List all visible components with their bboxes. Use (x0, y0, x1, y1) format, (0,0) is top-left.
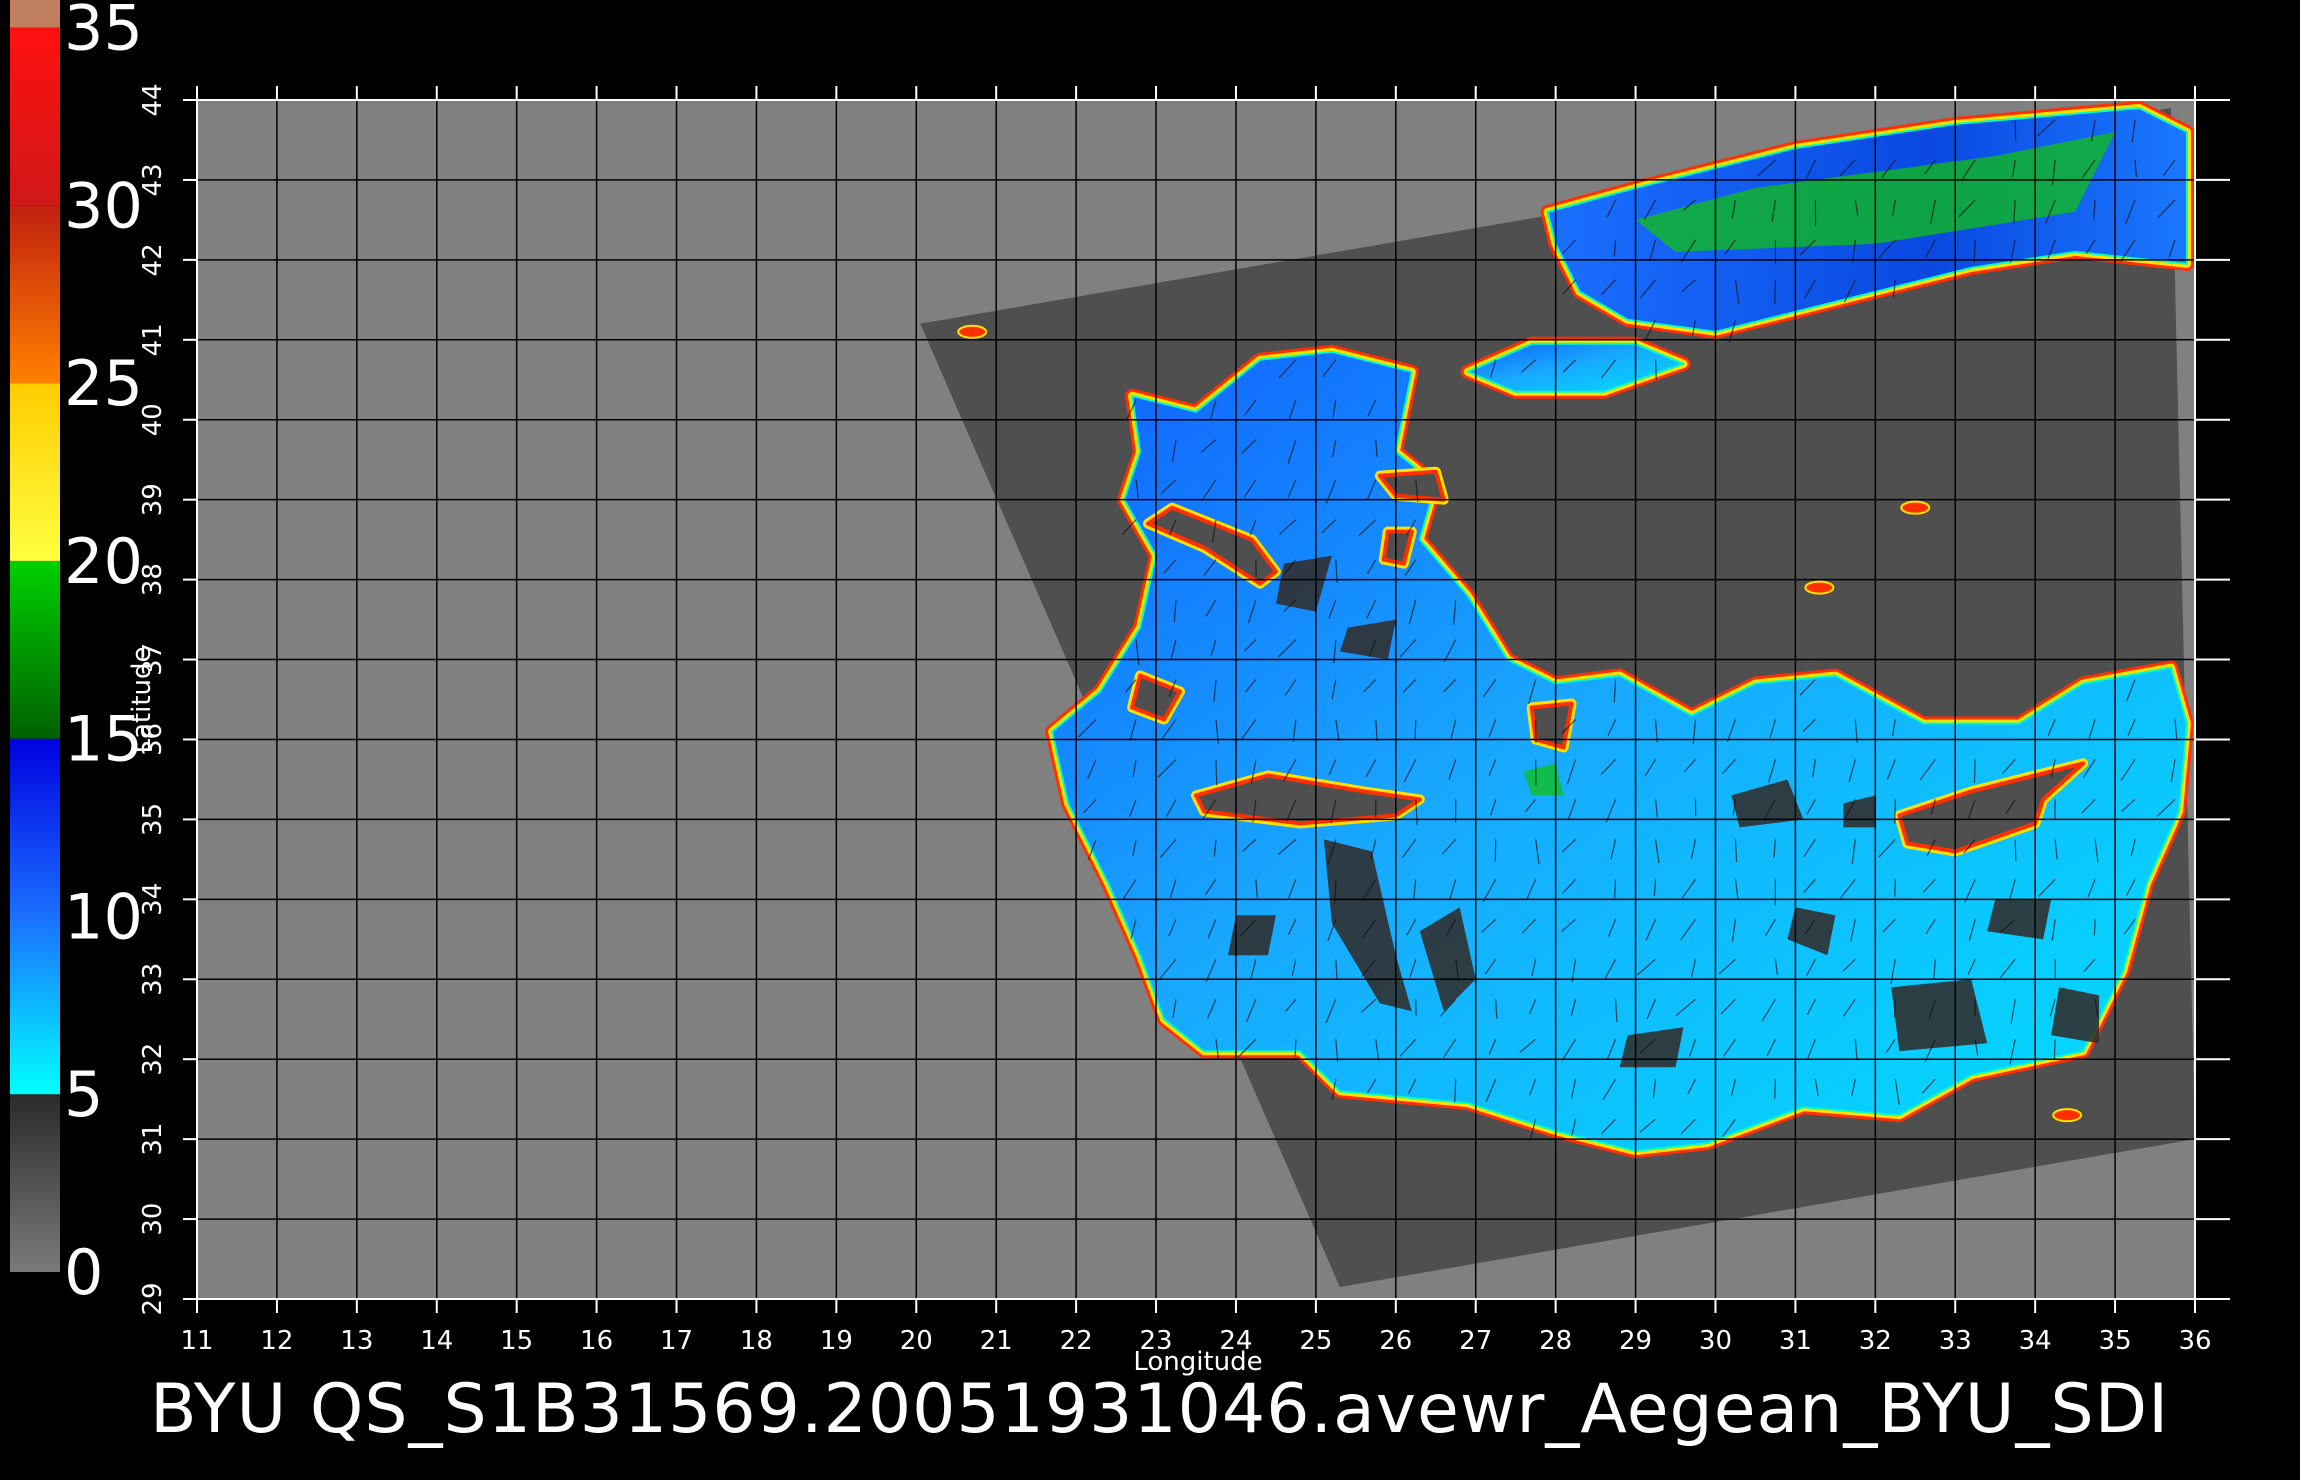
colorbar-segment (10, 205, 60, 384)
x-tick-label: 28 (1539, 1326, 1572, 1356)
coast-marker (1900, 500, 1931, 515)
x-tick-label: 17 (660, 1326, 693, 1356)
y-tick-label: 30 (138, 1203, 168, 1236)
x-tick-label: 34 (2019, 1326, 2052, 1356)
footer-caption: BYU QS_S1B31569.20051931046.avewr_Aegean… (150, 1370, 2169, 1449)
y-tick-label: 29 (138, 1282, 168, 1315)
calm-patch (2051, 987, 2100, 1044)
island-lesbos (1374, 466, 1449, 505)
x-tick-label: 19 (820, 1326, 853, 1356)
island-chios (1378, 526, 1417, 569)
wind-vector (1973, 759, 1976, 784)
wind-vector (2093, 919, 2096, 936)
calm-patch (1228, 915, 1276, 956)
x-tick-label: 25 (1299, 1326, 1332, 1356)
x-tick-label: 11 (180, 1326, 213, 1356)
wind-vector (1774, 1079, 1777, 1099)
wind-vector (2014, 839, 2017, 862)
wind-speed-colorbar: 05101520253035 (10, 0, 143, 1309)
y-tick-label: 41 (138, 323, 168, 356)
wind-vector (2053, 1039, 2056, 1060)
wind-vector (1414, 719, 1417, 740)
wind-vector (1215, 759, 1218, 786)
x-tick-label: 29 (1619, 1326, 1652, 1356)
colorbar-label: 5 (64, 1058, 103, 1131)
island-rhodes (1526, 698, 1577, 753)
x-tick-label: 16 (580, 1326, 613, 1356)
colorbar-segment (10, 383, 60, 561)
colorbar-label: 10 (64, 880, 143, 953)
x-tick-label: 36 (2178, 1326, 2211, 1356)
y-tick-label: 40 (138, 403, 168, 436)
x-tick-label: 30 (1699, 1326, 1732, 1356)
wind-vector (2014, 119, 2017, 142)
island-land (1529, 701, 1574, 750)
colorbar-label: 30 (64, 169, 143, 242)
colorbar-segment (10, 738, 60, 917)
colorbar-segment (10, 1094, 60, 1272)
colorbar-label: 25 (64, 347, 143, 420)
coast-marker (2052, 1108, 2083, 1123)
x-tick-label: 20 (900, 1326, 933, 1356)
map-plot (197, 100, 2195, 1299)
y-tick-label: 44 (138, 83, 168, 116)
y-tick-label: 39 (138, 483, 168, 516)
colorbar-segment (10, 27, 60, 206)
x-tick-label: 33 (1939, 1326, 1972, 1356)
x-tick-label: 18 (740, 1326, 773, 1356)
y-tick-label: 43 (138, 163, 168, 196)
y-tick-label: 32 (138, 1043, 168, 1076)
wind-vector (1774, 279, 1777, 304)
y-axis-title: Latitude (127, 646, 157, 753)
calm-patch (1891, 979, 1988, 1052)
wind-vector (1294, 1039, 1297, 1057)
x-tick-label: 27 (1459, 1326, 1492, 1356)
x-tick-label: 14 (420, 1326, 453, 1356)
y-tick-label: 34 (138, 883, 168, 916)
x-tick-label: 15 (500, 1326, 533, 1356)
scatterometer-map-viewer: 05101520253035 11 12 13 14 15 16 17 18 19 20 21 22 2… (10, 0, 2230, 1449)
wind-vector (1894, 879, 1896, 897)
colorbar-segment (10, 0, 60, 28)
x-tick-label: 21 (980, 1326, 1013, 1356)
x-tick-label: 35 (2099, 1326, 2132, 1356)
x-tick-label: 13 (340, 1326, 373, 1356)
x-tick-label: 26 (1379, 1326, 1412, 1356)
y-tick-label: 31 (138, 1123, 168, 1156)
x-tick-label: 31 (1779, 1326, 1812, 1356)
wind-vector (1654, 359, 1657, 380)
y-tick-label: 35 (138, 803, 168, 836)
colorbar-segment (10, 560, 60, 739)
x-tick-label: 22 (1060, 1326, 1093, 1356)
colorbar-label: 20 (64, 525, 143, 598)
x-tick-label: 32 (1859, 1326, 1892, 1356)
colorbar-label: 0 (64, 1236, 103, 1309)
y-tick-label: 33 (138, 963, 168, 996)
colorbar-segment (10, 916, 60, 1095)
coast-marker (957, 324, 988, 339)
y-tick-label: 38 (138, 563, 168, 596)
x-tick-label: 12 (260, 1326, 293, 1356)
y-tick-label: 42 (138, 243, 168, 276)
coast-marker (1804, 580, 1835, 595)
colorbar-label: 35 (64, 0, 143, 65)
